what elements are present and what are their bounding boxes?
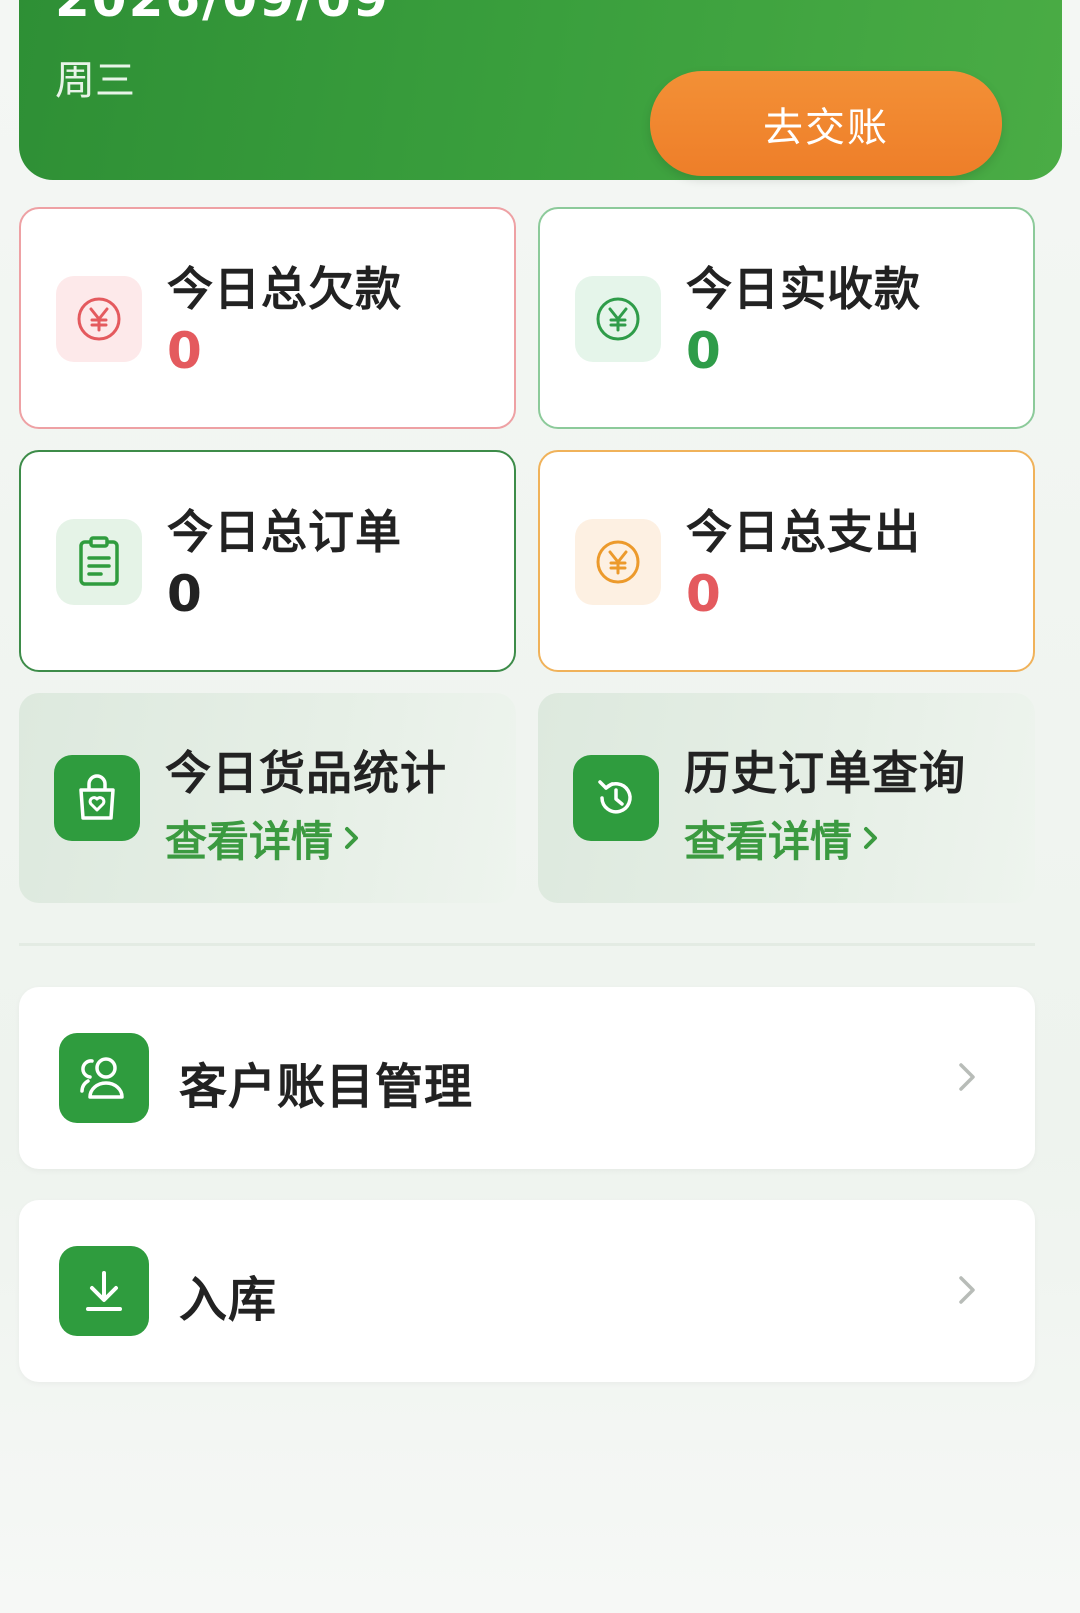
yuan-circle-icon: [56, 276, 142, 362]
stat-value: 0: [167, 565, 202, 623]
history-clock-icon: [573, 755, 659, 841]
card-title: 历史订单查询: [684, 746, 966, 800]
goods-statistics-card[interactable]: 今日货品统计 查看详情: [19, 693, 516, 903]
stat-title: 今日总订单: [167, 505, 402, 559]
stat-value: 0: [686, 322, 721, 380]
stat-value: 0: [167, 322, 202, 380]
stat-title: 今日实收款: [686, 262, 921, 316]
chevron-right-icon: [947, 1270, 987, 1310]
shopping-bag-icon: [54, 755, 140, 841]
view-details-link[interactable]: 查看详情: [165, 808, 361, 869]
settle-account-button[interactable]: 去交账: [650, 71, 1002, 176]
download-icon: [59, 1246, 149, 1336]
view-details-label: 查看详情: [684, 817, 853, 866]
stat-card-total-orders[interactable]: 今日总订单 0: [19, 450, 516, 672]
card-title: 今日货品统计: [165, 746, 447, 800]
menu-item-label: 客户账目管理: [179, 1059, 474, 1115]
users-icon: [59, 1033, 149, 1123]
yuan-circle-icon: [575, 519, 661, 605]
view-details-label: 查看详情: [165, 817, 334, 866]
section-divider: [19, 943, 1035, 946]
chevron-right-icon: [947, 1057, 987, 1097]
view-details-link[interactable]: 查看详情: [684, 808, 880, 869]
menu-item-label: 入库: [179, 1272, 278, 1328]
stat-card-total-expense[interactable]: 今日总支出 0: [538, 450, 1035, 672]
stock-in-menu-item[interactable]: 入库: [19, 1200, 1035, 1382]
current-date: 2026/09/09: [55, 0, 390, 24]
yuan-circle-icon: [575, 276, 661, 362]
current-weekday: 周三: [55, 58, 135, 104]
stat-card-total-received[interactable]: 今日实收款 0: [538, 207, 1035, 429]
stat-value: 0: [686, 565, 721, 623]
history-orders-card[interactable]: 历史订单查询 查看详情: [538, 693, 1035, 903]
clipboard-icon: [56, 519, 142, 605]
stat-card-total-debt[interactable]: 今日总欠款 0: [19, 207, 516, 429]
chevron-right-icon: [862, 814, 880, 863]
customer-accounts-menu-item[interactable]: 客户账目管理: [19, 987, 1035, 1169]
stat-title: 今日总支出: [686, 505, 921, 559]
chevron-right-icon: [343, 814, 361, 863]
stat-title: 今日总欠款: [167, 262, 402, 316]
